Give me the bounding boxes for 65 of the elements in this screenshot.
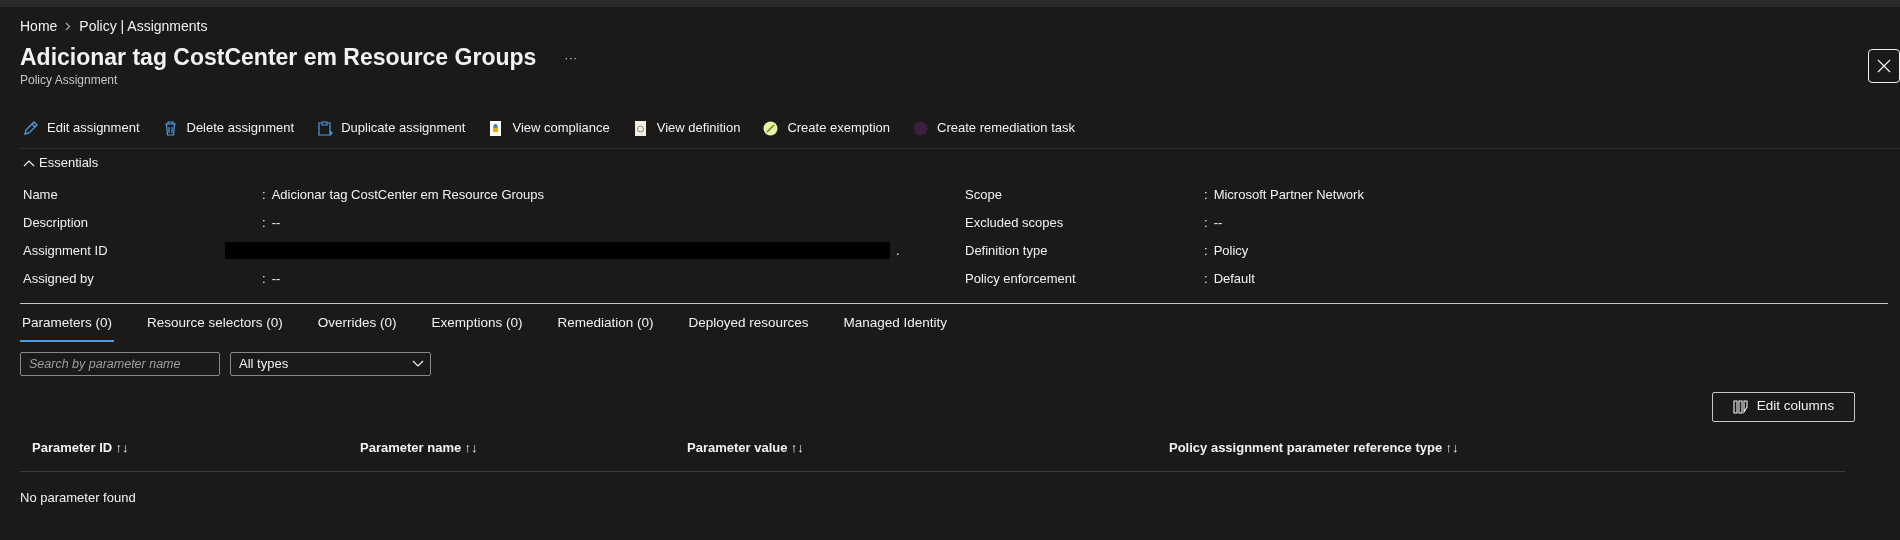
- column-header[interactable]: Parameter ID: [32, 438, 113, 458]
- tab[interactable]: Deployed resources: [686, 311, 811, 342]
- tab[interactable]: Remediation (0): [555, 311, 656, 342]
- field-label: Assignment ID: [22, 241, 109, 260]
- column-header[interactable]: Parameter name: [360, 438, 462, 458]
- field-value: --: [1213, 213, 1223, 232]
- colon-separator: :: [262, 213, 266, 232]
- chevron-down-icon: [412, 360, 424, 368]
- field-label: Assigned by: [22, 269, 95, 288]
- breadcrumb-link[interactable]: Home: [20, 15, 58, 37]
- toolbar-button[interactable]: Create exemption: [760, 118, 892, 138]
- search-field[interactable]: Search by parameter name: [20, 351, 220, 376]
- columns-icon: [1732, 398, 1749, 415]
- tab[interactable]: Exemptions (0): [429, 311, 525, 342]
- toolbar-button[interactable]: Edit assignment: [20, 118, 142, 138]
- page-subtitle: Policy Assignment: [20, 72, 119, 90]
- colon-separator: :: [1204, 185, 1208, 204]
- toolbar-button[interactable]: Create remediation task: [910, 118, 1077, 138]
- field-value: Microsoft Partner Network: [1213, 185, 1364, 204]
- clipboard-icon: [316, 119, 334, 137]
- field-label: Excluded scopes: [964, 213, 1065, 232]
- toolbar-button[interactable]: View compliance: [485, 118, 612, 138]
- column-header[interactable]: Policy assignment parameter reference type: [1169, 438, 1443, 458]
- field-value: --: [271, 213, 281, 232]
- toolbar-button[interactable]: Duplicate assignment: [314, 118, 468, 138]
- tab[interactable]: Resource selectors (0): [145, 311, 285, 342]
- toolbar-button[interactable]: Delete assignment: [159, 118, 297, 138]
- column-header[interactable]: Parameter value: [687, 438, 788, 458]
- tab[interactable]: Overrides (0): [315, 311, 399, 342]
- essentials-toggle[interactable]: Essentials: [20, 153, 102, 173]
- page-title: Adicionar tag CostCenter em Resource Groups: [20, 43, 537, 72]
- field-value: .: [896, 241, 900, 260]
- more-options-button[interactable]: ···: [564, 47, 578, 68]
- sort-icon[interactable]: ↑↓: [1445, 438, 1459, 458]
- tab[interactable]: Managed Identity: [841, 311, 950, 342]
- remediation-icon: [912, 119, 929, 137]
- colon-separator: :: [1204, 269, 1208, 288]
- breadcrumb-link[interactable]: Policy | Assignments: [79, 15, 208, 37]
- field-label: Definition type: [964, 241, 1049, 260]
- sort-icon[interactable]: ↑↓: [790, 438, 804, 458]
- field-value: Adicionar tag CostCenter em Resource Groups: [271, 185, 545, 204]
- field-value: --: [271, 269, 281, 288]
- colon-separator: :: [1204, 241, 1208, 260]
- toolbar-button[interactable]: View definition: [629, 118, 743, 138]
- tab[interactable]: Parameters (0): [20, 311, 115, 342]
- sort-icon[interactable]: ↑↓: [115, 438, 129, 458]
- chevron-right-icon: [65, 21, 72, 31]
- edit-columns-button[interactable]: Edit columns: [1712, 391, 1855, 422]
- field-value: Policy: [1213, 241, 1249, 260]
- field-label: Policy enforcement: [964, 269, 1077, 288]
- field-value: Default: [1213, 269, 1255, 288]
- colon-separator: :: [262, 185, 266, 204]
- colon-separator: :: [1204, 213, 1208, 232]
- empty-message: No parameter found: [20, 488, 137, 507]
- close-button[interactable]: [1868, 49, 1900, 83]
- sort-icon[interactable]: ↑↓: [464, 438, 478, 458]
- type-dropdown[interactable]: All types: [230, 351, 431, 376]
- field-label: Scope: [964, 185, 1003, 204]
- field-label: Description: [22, 213, 90, 232]
- pencil-icon: [22, 119, 39, 137]
- colon-separator: :: [262, 269, 266, 288]
- exemption-icon: [762, 119, 780, 137]
- close-icon: [1877, 59, 1891, 73]
- field-label: Name: [22, 185, 59, 204]
- chevron-up-icon: [23, 158, 35, 167]
